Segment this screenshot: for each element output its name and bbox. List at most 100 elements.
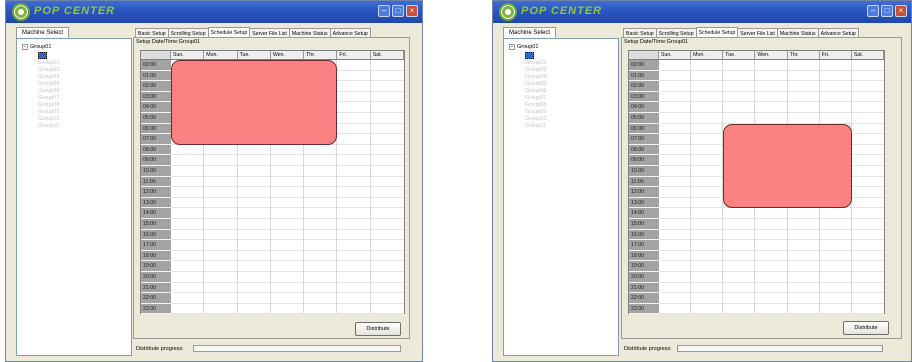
tree-item[interactable]: Group06 xyxy=(525,88,546,95)
schedule-panel: Setup Date/Time:Group01 Sun. Mon. Tue. Wen. T… xyxy=(133,37,410,339)
tree-item[interactable]: Group04 xyxy=(525,74,546,81)
hour-label: 14:00 xyxy=(141,208,171,219)
hour-label: 12:00 xyxy=(141,187,171,198)
tree-selected-node[interactable] xyxy=(38,52,47,59)
hour-label: 15:00 xyxy=(141,219,171,230)
tree-item-list: Group02 Group03 Group04 Group05 Group06 Group… xyxy=(525,60,546,130)
tree-item[interactable]: Group08 xyxy=(38,102,59,109)
tree-item[interactable]: Group10 xyxy=(38,116,59,123)
hour-label: 07:00 xyxy=(141,134,171,145)
hour-label: 03:00 xyxy=(629,91,659,103)
hour-label: 21:00 xyxy=(629,282,659,294)
machine-tree[interactable]: − Group01 Group02 Group03 Group04 Group05 Grou… xyxy=(16,38,132,356)
machine-tree[interactable]: − Group01 Group02 Group03 Group04 Group05 Grou… xyxy=(503,38,619,356)
hour-label: 19:00 xyxy=(141,261,171,272)
hour-label: 16:00 xyxy=(629,229,659,241)
tree-expander-icon[interactable]: − xyxy=(22,44,28,50)
tree-expander-icon[interactable]: − xyxy=(509,44,515,50)
tab-machine-select[interactable]: Machine Select xyxy=(16,27,70,38)
hour-label: 04:00 xyxy=(629,102,659,113)
hour-label: 04:00 xyxy=(141,102,171,113)
tab-machine-select[interactable]: Machine Select xyxy=(503,27,557,38)
app-window: POP CENTER – □ × Machine Select − Group01 Group… xyxy=(492,0,912,362)
tree-item[interactable]: Group08 xyxy=(525,102,546,109)
hour-label: 10:00 xyxy=(141,166,171,177)
tree-item[interactable]: Group04 xyxy=(38,74,59,81)
hour-label: 19:00 xyxy=(629,261,659,272)
day-header: Sat. xyxy=(370,51,404,60)
tree-item[interactable]: Group07 xyxy=(525,95,546,102)
app-window: POP CENTER – □ × Machine Select − Group01 Group… xyxy=(5,0,423,362)
hour-label: 00:00 xyxy=(141,60,171,71)
grid-corner xyxy=(629,51,659,60)
hour-label: 01:00 xyxy=(141,70,171,82)
hour-label: 03:00 xyxy=(141,91,171,103)
tree-root-group[interactable]: − Group01 xyxy=(509,44,538,50)
hour-label: 22:00 xyxy=(629,293,659,304)
hour-label: 18:00 xyxy=(629,250,659,262)
maximize-icon[interactable]: □ xyxy=(392,5,404,17)
tree-root-group[interactable]: − Group01 xyxy=(22,44,51,50)
tree-item[interactable]: Group06 xyxy=(38,88,59,95)
hour-label: 05:00 xyxy=(141,113,171,124)
day-header: Tue. xyxy=(237,51,271,60)
tree-item[interactable]: Group03 xyxy=(38,67,59,74)
schedule-grid[interactable]: Sun. Mon. Tue. Wen. Thr. Fri. Sat. 00:00 01:00 02… xyxy=(140,50,405,315)
hour-label: 18:00 xyxy=(141,250,171,262)
minimize-icon[interactable]: – xyxy=(867,5,879,17)
hour-label: 21:00 xyxy=(141,282,171,294)
tree-item[interactable]: Group09 xyxy=(525,109,546,116)
hour-label: 14:00 xyxy=(629,208,659,219)
day-header: Tue. xyxy=(723,51,756,60)
hour-label: 12:00 xyxy=(629,187,659,198)
tree-item[interactable]: Group09 xyxy=(38,109,59,116)
window-controls: – □ × xyxy=(867,5,907,17)
schedule-block[interactable] xyxy=(171,60,338,145)
close-icon[interactable]: × xyxy=(895,5,907,17)
tree-item-list: Group02 Group03 Group04 Group05 Group06 Group… xyxy=(38,60,59,130)
tree-item[interactable]: Group02 xyxy=(38,60,59,67)
hour-label: 13:00 xyxy=(629,197,659,209)
distribute-progress-bar xyxy=(193,345,401,352)
hour-label: 02:00 xyxy=(629,81,659,92)
tree-item[interactable]: Group11 xyxy=(525,123,546,130)
maximize-icon[interactable]: □ xyxy=(881,5,893,17)
hour-label: 09:00 xyxy=(141,155,171,166)
schedule-grid[interactable]: Sun. Mon. Tue. Wen. Thr. Fri. Sat. 00:00 01:00 02… xyxy=(628,50,885,315)
close-icon[interactable]: × xyxy=(406,5,418,17)
hour-label: 15:00 xyxy=(629,219,659,230)
app-title: POP CENTER xyxy=(34,5,116,17)
distribute-button[interactable]: Distribute xyxy=(843,321,889,335)
tree-item[interactable]: Group10 xyxy=(525,116,546,123)
hour-label: 20:00 xyxy=(629,272,659,283)
tree-root-label: Group01 xyxy=(517,44,539,50)
tree-item[interactable]: Group05 xyxy=(525,81,546,88)
tree-selected-node[interactable] xyxy=(525,52,534,59)
schedule-panel: Setup Date/Time:Group01 Sun. Mon. Tue. Wen. T… xyxy=(621,37,902,339)
hour-label: 11:00 xyxy=(629,176,659,188)
day-header: Fri. xyxy=(337,51,371,60)
hour-label: 16:00 xyxy=(141,229,171,241)
tree-item[interactable]: Group05 xyxy=(38,81,59,88)
hour-label: 23:00 xyxy=(629,303,659,315)
distribute-progress-label: Distribute progress: xyxy=(136,346,184,352)
minimize-icon[interactable]: – xyxy=(378,5,390,17)
hour-label: 23:00 xyxy=(141,303,171,315)
day-header: Wen. xyxy=(270,51,305,60)
schedule-block[interactable] xyxy=(723,123,852,209)
hour-label: 11:00 xyxy=(141,176,171,188)
distribute-button[interactable]: Distribute xyxy=(355,322,401,336)
hour-label: 20:00 xyxy=(141,272,171,283)
tree-root-label: Group01 xyxy=(30,44,52,50)
tree-item[interactable]: Group03 xyxy=(525,67,546,74)
hour-label: 06:00 xyxy=(629,123,659,135)
day-header: Thr. xyxy=(304,51,338,60)
app-logo-icon xyxy=(499,3,517,21)
tree-item[interactable]: Group02 xyxy=(525,60,546,67)
tree-item[interactable]: Group07 xyxy=(38,95,59,102)
tree-item[interactable]: Group11 xyxy=(38,123,59,130)
day-header: Thr. xyxy=(787,51,820,60)
hour-label: 13:00 xyxy=(141,197,171,209)
hour-label: 06:00 xyxy=(141,123,171,135)
setup-datetime-label: Setup Date/Time:Group01 xyxy=(624,39,688,45)
